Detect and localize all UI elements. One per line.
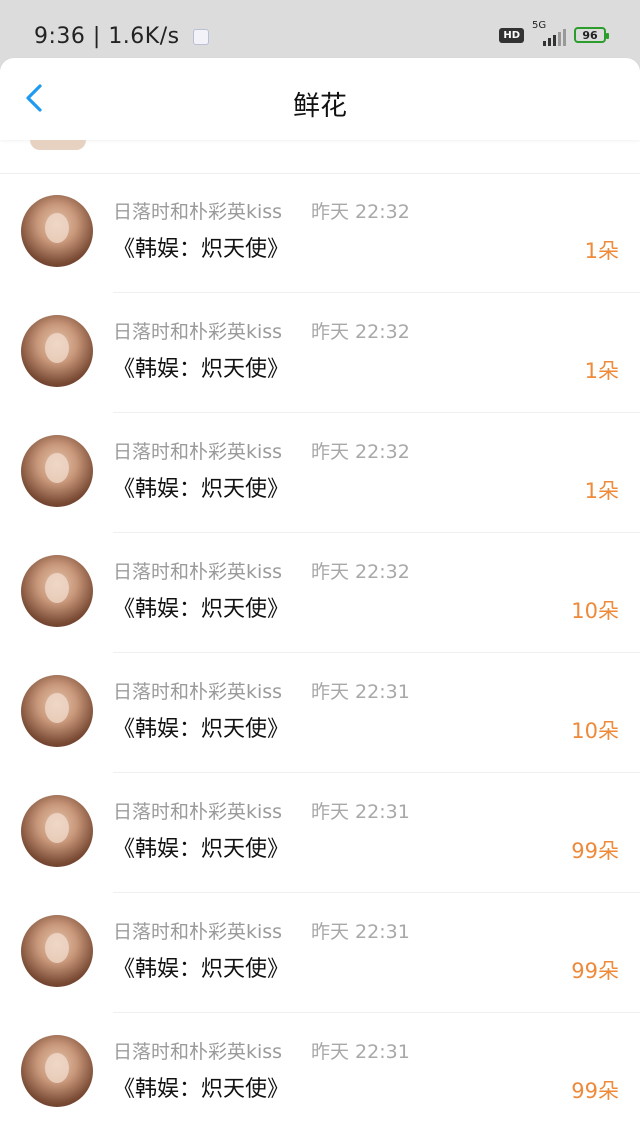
avatar[interactable] [21,795,93,867]
list-item[interactable]: 日落时和朴彩英kiss 昨天 22:32 《韩娱：炽天使》 1朵 [0,293,640,413]
username[interactable]: 日落时和朴彩英kiss [113,677,282,704]
timestamp: 昨天 22:31 [311,1041,410,1063]
book-title[interactable]: 《韩娱：炽天使》 [113,591,289,623]
flower-count: 10朵 [571,599,619,623]
avatar[interactable] [21,555,93,627]
list-item[interactable]: 日落时和朴彩英kiss 昨天 22:32 《韩娱：炽天使》 1朵 [0,413,640,533]
flower-count: 1朵 [584,359,619,383]
app-notification-icon [193,29,210,45]
status-time: 9:36 | 1.6K/s [34,24,210,49]
book-title[interactable]: 《韩娱：炽天使》 [113,1071,289,1103]
list-item[interactable]: 日落时和朴彩英kiss 昨天 22:32 《韩娱：炽天使》 10朵 [0,533,640,653]
status-indicators: HD 5G 96 [499,20,609,46]
book-title[interactable]: 《韩娱：炽天使》 [113,231,289,263]
username[interactable]: 日落时和朴彩英kiss [113,437,282,464]
avatar[interactable] [21,915,93,987]
battery-icon: 96 [574,27,609,43]
list-item[interactable]: 日落时和朴彩英kiss 昨天 22:31 《韩娱：炽天使》 99朵 [0,773,640,893]
username[interactable]: 日落时和朴彩英kiss [113,917,282,944]
timestamp: 昨天 22:31 [311,681,410,703]
flower-count: 99朵 [571,959,619,983]
timestamp: 昨天 22:32 [311,441,410,463]
avatar[interactable] [21,675,93,747]
username[interactable]: 日落时和朴彩英kiss [113,557,282,584]
avatar[interactable] [21,435,93,507]
flower-count: 1朵 [584,239,619,263]
book-title[interactable]: 《韩娱：炽天使》 [113,711,289,743]
list-item[interactable]: 日落时和朴彩英kiss 昨天 22:31 《韩娱：炽天使》 99朵 [0,893,640,1013]
username[interactable]: 日落时和朴彩英kiss [113,797,282,824]
book-title[interactable]: 《韩娱：炽天使》 [113,351,289,383]
timestamp: 昨天 22:32 [311,321,410,343]
list-item[interactable]: 日落时和朴彩英kiss 昨天 22:31 《韩娱：炽天使》 10朵 [0,653,640,773]
avatar[interactable] [21,195,93,267]
avatar[interactable] [21,315,93,387]
list-item[interactable]: 日落时和朴彩英kiss 昨天 22:31 《韩娱：炽天使》 99朵 [0,1013,640,1133]
list-item[interactable]: 日落时和朴彩英kiss 昨天 22:32 《韩娱：炽天使》 1朵 [0,173,640,293]
flower-count: 10朵 [571,719,619,743]
flower-count: 1朵 [584,479,619,503]
username[interactable]: 日落时和朴彩英kiss [113,197,282,224]
avatar [30,140,86,150]
network-speed: 1.6K/s [108,24,180,49]
hd-icon: HD [499,27,524,43]
signal-icon: 5G [532,20,566,46]
username[interactable]: 日落时和朴彩英kiss [113,317,282,344]
avatar[interactable] [21,1035,93,1107]
timestamp: 昨天 22:31 [311,921,410,943]
book-title[interactable]: 《韩娱：炽天使》 [113,951,289,983]
clock: 9:36 [34,24,86,49]
nav-bar: 鲜花 [0,58,640,140]
signal-bars [543,29,566,46]
flower-count: 99朵 [571,839,619,863]
timestamp: 昨天 22:32 [311,201,410,223]
book-title[interactable]: 《韩娱：炽天使》 [113,471,289,503]
battery-level: 96 [582,28,598,42]
timestamp: 昨天 22:31 [311,801,410,823]
book-title[interactable]: 《韩娱：炽天使》 [113,831,289,863]
flower-count: 99朵 [571,1079,619,1103]
page-title: 鲜花 [293,91,347,122]
separator: | [92,24,109,49]
username[interactable]: 日落时和朴彩英kiss [113,1037,282,1064]
timestamp: 昨天 22:32 [311,561,410,583]
